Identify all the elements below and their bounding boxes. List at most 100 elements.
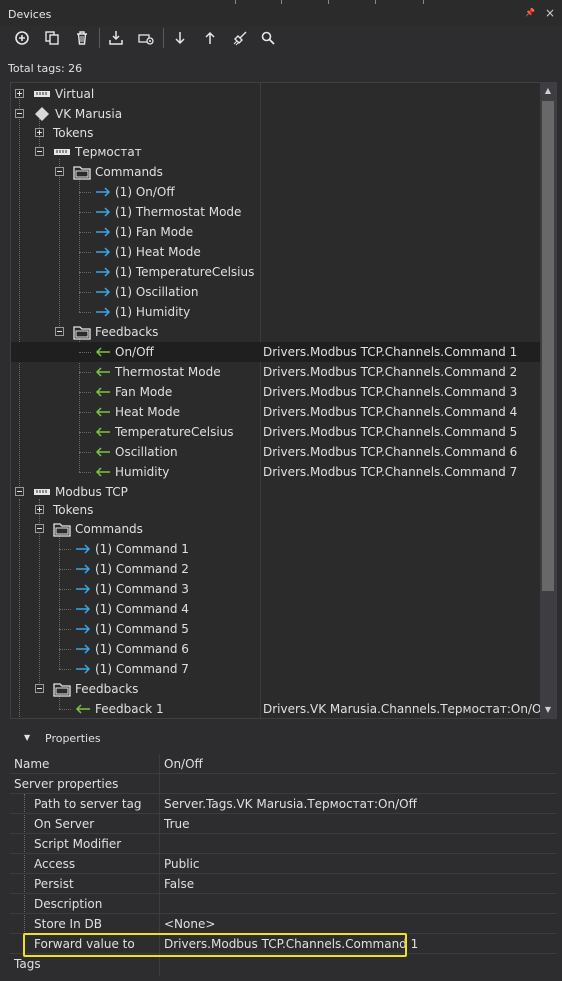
- arrow-right-icon: [76, 624, 91, 634]
- property-row-server-properties[interactable]: Server properties: [10, 774, 557, 794]
- property-row-store-in-db[interactable]: Store In DB <None>: [10, 914, 557, 934]
- add-button[interactable]: [10, 26, 34, 50]
- properties-header[interactable]: ▼ Properties: [10, 727, 557, 749]
- tree-node-tokens[interactable]: Tokens: [11, 123, 540, 143]
- property-row-script-modifier[interactable]: Script Modifier: [10, 834, 557, 854]
- tree-node-feedback[interactable]: TemperatureCelsius Drivers.Modbus TCP.Ch…: [11, 422, 540, 442]
- tree-node-commands[interactable]: Commands: [11, 162, 540, 182]
- property-value[interactable]: Server.Tags.VK Marusia.Термостат:On/Off: [164, 797, 417, 811]
- tree-node-feedbacks[interactable]: Feedbacks: [11, 679, 540, 699]
- tree-node-feedback-selected[interactable]: On/Off Drivers.Modbus TCP.Channels.Comma…: [11, 342, 540, 362]
- delete-button[interactable]: [70, 26, 94, 50]
- collapse-icon[interactable]: [35, 684, 44, 693]
- property-row-description[interactable]: Description: [10, 894, 557, 914]
- move-up-button[interactable]: [198, 26, 222, 50]
- tree-node-feedback[interactable]: Heat Mode Drivers.Modbus TCP.Channels.Co…: [11, 402, 540, 422]
- tree-node-command[interactable]: (1) On/Off: [11, 182, 540, 202]
- clear-button[interactable]: [228, 26, 252, 50]
- tree-node-commands[interactable]: Commands: [11, 519, 540, 539]
- tree-node-command[interactable]: (1) Command 1: [11, 539, 540, 559]
- collapse-icon[interactable]: [35, 147, 44, 156]
- tree-node-value: Drivers.Modbus TCP.Channels.Command 6: [263, 445, 518, 459]
- tree-connector: [59, 649, 71, 650]
- tree-node-feedback[interactable]: Fan Mode Drivers.Modbus TCP.Channels.Com…: [11, 382, 540, 402]
- folder-icon: [53, 683, 71, 697]
- tree-node-label: (1) Command 4: [95, 602, 189, 616]
- tree-node-feedback[interactable]: Humidity Drivers.Modbus TCP.Channels.Com…: [11, 462, 540, 482]
- collapse-icon[interactable]: [35, 524, 44, 533]
- pin-icon[interactable]: 📌: [525, 8, 535, 17]
- property-value[interactable]: On/Off: [164, 757, 203, 771]
- tree-node-command[interactable]: (1) Command 2: [11, 559, 540, 579]
- collapse-icon[interactable]: [55, 327, 64, 336]
- folder-icon: [53, 523, 71, 537]
- arrow-left-icon: [95, 427, 110, 437]
- expand-icon[interactable]: [35, 505, 44, 514]
- device-tree[interactable]: Virtual VK Marusia Tokens Термостат Comm…: [10, 82, 557, 719]
- move-down-button[interactable]: [168, 26, 192, 50]
- scrollbar-thumb[interactable]: [542, 101, 554, 591]
- tree-node-feedback[interactable]: Thermostat Mode Drivers.Modbus TCP.Chann…: [11, 362, 540, 382]
- tree-connector: [79, 392, 91, 393]
- property-value[interactable]: True: [164, 817, 190, 831]
- tree-node-modbus-tcp[interactable]: Modbus TCP: [11, 482, 540, 502]
- tree-node-command[interactable]: (1) Fan Mode: [11, 222, 540, 242]
- property-row-on-server[interactable]: On Server True: [10, 814, 557, 834]
- property-row-access[interactable]: Access Public: [10, 854, 557, 874]
- tree-node-value: Drivers.Modbus TCP.Channels.Command 4: [263, 405, 518, 419]
- tree-node-command[interactable]: (1) Command 6: [11, 639, 540, 659]
- property-row-persist[interactable]: Persist False: [10, 874, 557, 894]
- collapse-icon[interactable]: [15, 487, 24, 496]
- tree-node-command[interactable]: (1) Humidity: [11, 302, 540, 322]
- tree-node-label: (1) Fan Mode: [115, 225, 194, 239]
- tree-node-label: Fan Mode: [115, 385, 173, 399]
- search-button[interactable]: [256, 26, 280, 50]
- tree-node-label: Oscillation: [115, 445, 178, 459]
- folder-icon: [73, 326, 91, 340]
- tree-connector: [59, 629, 71, 630]
- tree-connector: [79, 412, 91, 413]
- tree-node-command[interactable]: (1) Heat Mode: [11, 242, 540, 262]
- tree-node-command[interactable]: (1) Command 3: [11, 579, 540, 599]
- tree-node-command[interactable]: (1) Oscillation: [11, 282, 540, 302]
- collapse-icon[interactable]: [55, 167, 64, 176]
- tree-node-command[interactable]: (1) Thermostat Mode: [11, 202, 540, 222]
- property-row-path-to-server-tag[interactable]: Path to server tag Server.Tags.VK Marusi…: [10, 794, 557, 814]
- tree-node-thermostat[interactable]: Термостат: [11, 142, 540, 162]
- device-settings-button[interactable]: [134, 26, 158, 50]
- property-row-name[interactable]: Name On/Off: [10, 754, 557, 774]
- tree-node-command[interactable]: (1) Command 4: [11, 599, 540, 619]
- copy-button[interactable]: [40, 26, 64, 50]
- property-name: Access: [34, 857, 76, 871]
- tree-node-command[interactable]: (1) Command 5: [11, 619, 540, 639]
- tree-node-tokens[interactable]: Tokens: [11, 500, 540, 520]
- collapse-icon[interactable]: [15, 109, 24, 118]
- property-name: Server properties: [14, 777, 119, 791]
- tree-node-feedback[interactable]: Oscillation Drivers.Modbus TCP.Channels.…: [11, 442, 540, 462]
- tree-connector: [59, 569, 71, 570]
- tree-scrollbar[interactable]: ▲ ▼: [540, 83, 556, 718]
- device-settings-icon: [138, 34, 154, 45]
- property-value[interactable]: False: [164, 877, 194, 891]
- tree-node-command[interactable]: (1) TemperatureCelsius: [11, 262, 540, 282]
- tree-node-virtual[interactable]: Virtual: [11, 84, 540, 104]
- scroll-up-icon[interactable]: ▲: [540, 83, 556, 99]
- collapse-arrow-icon[interactable]: ▼: [24, 733, 30, 742]
- tree-node-feedback[interactable]: Feedback 1 Drivers.VK Marusia.Channels.Т…: [11, 699, 550, 718]
- tree-node-label: VK Marusia: [55, 107, 123, 121]
- tree-node-command[interactable]: (1) Command 7: [11, 659, 540, 679]
- tree-connector: [79, 472, 91, 473]
- properties-title: Properties: [45, 732, 101, 745]
- property-value[interactable]: <None>: [164, 917, 215, 931]
- expand-icon[interactable]: [15, 89, 24, 98]
- arrow-right-icon: [76, 544, 91, 554]
- import-button[interactable]: [104, 26, 128, 50]
- tree-node-vk-marusia[interactable]: VK Marusia: [11, 104, 540, 124]
- close-icon[interactable]: ×: [545, 6, 555, 20]
- tree-node-feedbacks[interactable]: Feedbacks: [11, 322, 540, 342]
- scroll-down-icon[interactable]: ▼: [540, 702, 556, 718]
- property-row-tags[interactable]: Tags: [10, 954, 557, 974]
- expand-icon[interactable]: [35, 128, 44, 137]
- total-tags-label: Total tags: 26: [8, 62, 83, 75]
- property-value[interactable]: Public: [164, 857, 200, 871]
